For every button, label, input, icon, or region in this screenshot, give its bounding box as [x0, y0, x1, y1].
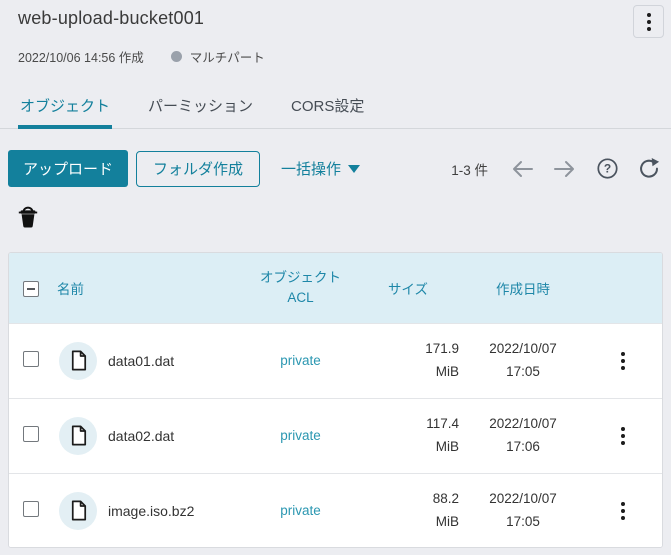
file-size-unit: MiB — [353, 361, 459, 383]
file-icon — [59, 492, 97, 530]
page-title: web-upload-bucket001 — [18, 8, 204, 29]
help-button[interactable]: ? — [596, 157, 619, 180]
arrow-left-icon — [510, 160, 534, 178]
row-menu-button[interactable] — [617, 498, 629, 524]
created-time: 17:05 — [463, 511, 583, 533]
created-date: 2022/10/07 — [463, 413, 583, 435]
file-name: data02.dat — [108, 428, 174, 444]
objects-table-card: 名前 オブジェクト ACL サイズ 作成日時 data01.d — [8, 252, 663, 548]
file-size-value: 171.9 — [353, 338, 459, 360]
toolbar: アップロード フォルダ作成 一括操作 1-3 件 ? — [8, 150, 661, 187]
svg-text:?: ? — [604, 162, 611, 176]
bulk-actions-button[interactable]: 一括操作 — [281, 158, 360, 179]
acl-link[interactable]: private — [248, 398, 353, 473]
file-icon — [59, 342, 97, 380]
tab-objects[interactable]: オブジェクト — [18, 93, 112, 129]
created-datetime: 2022/10/07 17:05 — [463, 473, 583, 548]
table-header-row: 名前 オブジェクト ACL サイズ 作成日時 — [9, 253, 662, 323]
select-all-checkbox[interactable] — [23, 281, 39, 297]
upload-button[interactable]: アップロード — [8, 150, 128, 187]
column-header-acl-line2: ACL — [248, 288, 353, 308]
created-datetime: 2022/10/07 17:06 — [463, 398, 583, 473]
table-row: data02.dat private 117.4 MiB 2022/10/07 … — [9, 398, 662, 473]
file-icon — [59, 417, 97, 455]
file-size: 88.2 MiB — [353, 473, 463, 548]
created-timestamp: 2022/10/06 14:56 作成 — [18, 47, 144, 66]
acl-link[interactable]: private — [248, 323, 353, 398]
column-header-created: 作成日時 — [463, 253, 583, 323]
file-name: image.iso.bz2 — [108, 503, 194, 519]
arrow-right-icon — [553, 160, 577, 178]
kebab-menu-icon — [621, 352, 625, 370]
column-header-name: 名前 — [57, 253, 248, 323]
row-checkbox[interactable] — [23, 501, 39, 517]
next-page-button[interactable] — [553, 160, 577, 178]
file-name: data01.dat — [108, 353, 174, 369]
file-size-value: 88.2 — [353, 488, 459, 510]
status-dot-icon — [171, 51, 182, 62]
tab-bar: オブジェクト パーミッション CORS設定 — [0, 93, 671, 129]
refresh-button[interactable] — [638, 157, 661, 180]
column-header-acl: オブジェクト ACL — [248, 253, 353, 323]
result-count: 1-3 件 — [451, 159, 488, 179]
created-date: 2022/10/07 — [463, 488, 583, 510]
file-size: 117.4 MiB — [353, 398, 463, 473]
pagination: 1-3 件 ? — [451, 157, 661, 180]
caret-down-icon — [348, 165, 360, 173]
objects-table: 名前 オブジェクト ACL サイズ 作成日時 data01.d — [9, 253, 662, 548]
refresh-icon — [638, 157, 661, 180]
created-time: 17:06 — [463, 436, 583, 458]
column-header-size: サイズ — [353, 253, 463, 323]
row-menu-button[interactable] — [617, 423, 629, 449]
bucket-meta: 2022/10/06 14:56 作成 マルチパート — [18, 47, 265, 66]
row-checkbox[interactable] — [23, 426, 39, 442]
file-size: 171.9 MiB — [353, 323, 463, 398]
file-size-unit: MiB — [353, 436, 459, 458]
kebab-menu-icon — [621, 502, 625, 520]
bulk-actions-label: 一括操作 — [281, 158, 341, 179]
acl-link[interactable]: private — [248, 473, 353, 548]
file-size-value: 117.4 — [353, 413, 459, 435]
created-datetime: 2022/10/07 17:05 — [463, 323, 583, 398]
tab-permissions[interactable]: パーミッション — [146, 93, 255, 128]
column-header-acl-line1: オブジェクト — [248, 268, 353, 288]
created-date: 2022/10/07 — [463, 338, 583, 360]
created-time: 17:05 — [463, 361, 583, 383]
file-size-unit: MiB — [353, 511, 459, 533]
help-icon: ? — [596, 157, 619, 180]
kebab-menu-icon — [621, 427, 625, 445]
row-checkbox[interactable] — [23, 351, 39, 367]
tab-cors[interactable]: CORS設定 — [289, 93, 366, 128]
multipart-badge: マルチパート — [190, 47, 265, 66]
bucket-icon — [18, 203, 38, 229]
row-menu-button[interactable] — [617, 348, 629, 374]
prev-page-button[interactable] — [510, 160, 534, 178]
table-row: image.iso.bz2 private 88.2 MiB 2022/10/0… — [9, 473, 662, 548]
breadcrumb-bucket-root[interactable] — [18, 203, 38, 232]
table-row: data01.dat private 171.9 MiB 2022/10/07 … — [9, 323, 662, 398]
bucket-menu-button[interactable] — [633, 5, 664, 38]
kebab-menu-icon — [647, 13, 651, 31]
create-folder-button[interactable]: フォルダ作成 — [136, 151, 260, 187]
